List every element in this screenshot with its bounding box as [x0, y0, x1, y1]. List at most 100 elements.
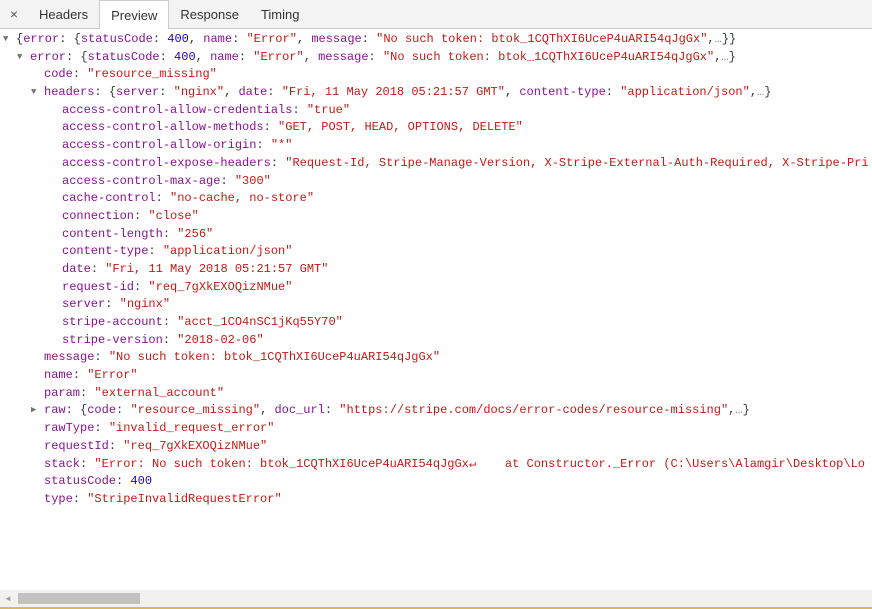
- json-punct: ,: [296, 32, 312, 46]
- json-key: stripe-account: [62, 315, 163, 329]
- json-punct: : {: [94, 85, 117, 100]
- json-key: error: [30, 49, 67, 64]
- json-punct: :: [108, 438, 124, 453]
- json-string: "Request-Id, Stripe-Manage-Version, X-St…: [285, 155, 869, 170]
- json-string: "close": [148, 208, 199, 223]
- json-punct: :: [238, 49, 254, 64]
- json-punct: ,: [707, 32, 715, 46]
- tree-row[interactable]: access-control-max-age: "300": [0, 173, 872, 191]
- json-punct: ,: [195, 49, 211, 64]
- json-key: access-control-allow-methods: [62, 120, 264, 135]
- tree-row[interactable]: stack: "Error: No such token: btok_1CQTh…: [0, 456, 872, 474]
- json-punct: :: [605, 85, 621, 100]
- tree-row[interactable]: access-control-allow-origin: "*": [0, 137, 872, 155]
- json-string: "GET, POST, HEAD, OPTIONS, DELETE": [278, 120, 523, 135]
- tree-row[interactable]: access-control-expose-headers: "Request-…: [0, 155, 872, 173]
- json-punct: :: [292, 102, 307, 117]
- tree-row[interactable]: stripe-account: "acct_1CO4nSC1jKq55Y70": [0, 314, 872, 332]
- json-key: access-control-expose-headers: [62, 155, 271, 170]
- tree-row[interactable]: requestId: "req_7gXkEXOQizNMue": [0, 438, 872, 456]
- json-punct: :: [232, 32, 247, 46]
- json-key: requestId: [44, 438, 109, 453]
- tab-timing[interactable]: Timing: [250, 0, 311, 28]
- tab-preview[interactable]: Preview: [99, 0, 170, 29]
- json-string: "nginx": [173, 85, 225, 100]
- json-punct: :: [148, 244, 163, 259]
- json-punct: :: [94, 350, 109, 365]
- tab-response[interactable]: Response: [169, 0, 250, 28]
- json-string: "nginx": [119, 297, 171, 312]
- tree-row[interactable]: rawType: "invalid_request_error": [0, 420, 872, 438]
- json-punct: :: [159, 49, 175, 64]
- json-punct: :: [134, 279, 149, 294]
- json-string: "256": [177, 226, 214, 241]
- tree-row[interactable]: type: "StripeInvalidRequestError": [0, 491, 872, 509]
- json-punct: :: [270, 155, 286, 170]
- json-string: "Error: No such token: btok_1CQThXI6UceP…: [94, 456, 865, 471]
- json-punct: :: [90, 261, 106, 276]
- json-key: message: [44, 350, 95, 365]
- json-key: stack: [44, 456, 81, 471]
- tab-headers[interactable]: Headers: [28, 0, 99, 28]
- tree-row[interactable]: access-control-allow-methods: "GET, POST…: [0, 119, 872, 137]
- json-string: "external_account": [94, 385, 225, 400]
- tree-row[interactable]: content-length: "256": [0, 226, 872, 244]
- json-string: "No such token: btok_1CQThXI6UceP4uARI54…: [382, 49, 715, 64]
- tree-row[interactable]: ▼ {error: {statusCode: 400, name: "Error"…: [0, 31, 872, 49]
- json-punct: :: [361, 32, 377, 46]
- json-key: date: [238, 85, 268, 100]
- tree-row[interactable]: access-control-allow-credentials: "true": [0, 102, 872, 120]
- tree-row[interactable]: server: "nginx": [0, 296, 872, 314]
- json-key: rawType: [44, 421, 95, 436]
- close-icon[interactable]: ×: [0, 0, 28, 28]
- tree-row[interactable]: ▼ headers: {server: "nginx", date: "Fri, …: [0, 84, 872, 102]
- tree-row[interactable]: request-id: "req_7gXkEXOQizNMue": [0, 279, 872, 297]
- json-key: server: [116, 85, 160, 100]
- json-string: "Error": [246, 32, 297, 46]
- tree-row[interactable]: content-type: "application/json": [0, 243, 872, 261]
- json-string: "*": [270, 138, 293, 153]
- tree-row[interactable]: message: "No such token: btok_1CQThXI6Uc…: [0, 349, 872, 367]
- json-punct: :: [80, 385, 95, 400]
- tree-row[interactable]: connection: "close": [0, 208, 872, 226]
- tree-row[interactable]: ▶ raw: {code: "resource_missing", doc_url…: [0, 402, 872, 420]
- tree-row[interactable]: code: "resource_missing": [0, 66, 872, 84]
- expander-down-icon[interactable]: ▼: [31, 84, 44, 102]
- json-string: "req_7gXkEXOQizNMue": [123, 438, 268, 453]
- json-punct: : {: [66, 49, 88, 64]
- json-punct: :: [162, 315, 178, 329]
- json-punct: :: [80, 456, 95, 471]
- tree-row[interactable]: stripe-version: "2018-02-06": [0, 332, 872, 350]
- json-punct: : {: [65, 403, 88, 418]
- expander-down-icon[interactable]: ▼: [3, 31, 16, 49]
- json-punct: :: [155, 191, 171, 206]
- json-punct: : {: [59, 32, 81, 46]
- json-key: raw: [44, 403, 66, 418]
- json-punct: :: [220, 173, 235, 188]
- json-punct: :: [159, 85, 174, 100]
- tree-row[interactable]: param: "external_account": [0, 385, 872, 403]
- json-punct: :: [368, 49, 383, 64]
- json-string: "no-cache, no-store": [170, 191, 315, 206]
- json-string: "application/json": [162, 244, 293, 259]
- json-key: name: [203, 32, 233, 46]
- tree-row[interactable]: ▼ error: {statusCode: 400, name: "Error",…: [0, 49, 872, 67]
- json-punct: }: [742, 403, 750, 418]
- json-string: "No such token: btok_1CQThXI6UceP4uARI54…: [108, 350, 441, 365]
- scroll-left-arrow-icon[interactable]: ◄: [4, 594, 12, 603]
- json-key: request-id: [62, 279, 135, 294]
- json-preview-tree: ▼ {error: {statusCode: 400, name: "Error"…: [0, 29, 872, 588]
- tree-row[interactable]: name: "Error": [0, 367, 872, 385]
- tree-row[interactable]: statusCode: 400: [0, 473, 872, 491]
- json-string: "Fri, 11 May 2018 05:21:57 GMT": [281, 85, 505, 100]
- tree-row[interactable]: cache-control: "no-cache, no-store": [0, 190, 872, 208]
- scroll-thumb[interactable]: [18, 593, 140, 604]
- json-key: message: [318, 49, 369, 64]
- json-punct: :: [152, 32, 168, 46]
- json-string: "No such token: btok_1CQThXI6UceP4uARI54…: [376, 32, 708, 46]
- tree-row[interactable]: date: "Fri, 11 May 2018 05:21:57 GMT": [0, 261, 872, 279]
- expander-right-icon[interactable]: ▶: [31, 402, 44, 420]
- json-key: type: [44, 491, 73, 506]
- horizontal-scrollbar[interactable]: ◄: [0, 590, 872, 607]
- expander-down-icon[interactable]: ▼: [17, 49, 30, 67]
